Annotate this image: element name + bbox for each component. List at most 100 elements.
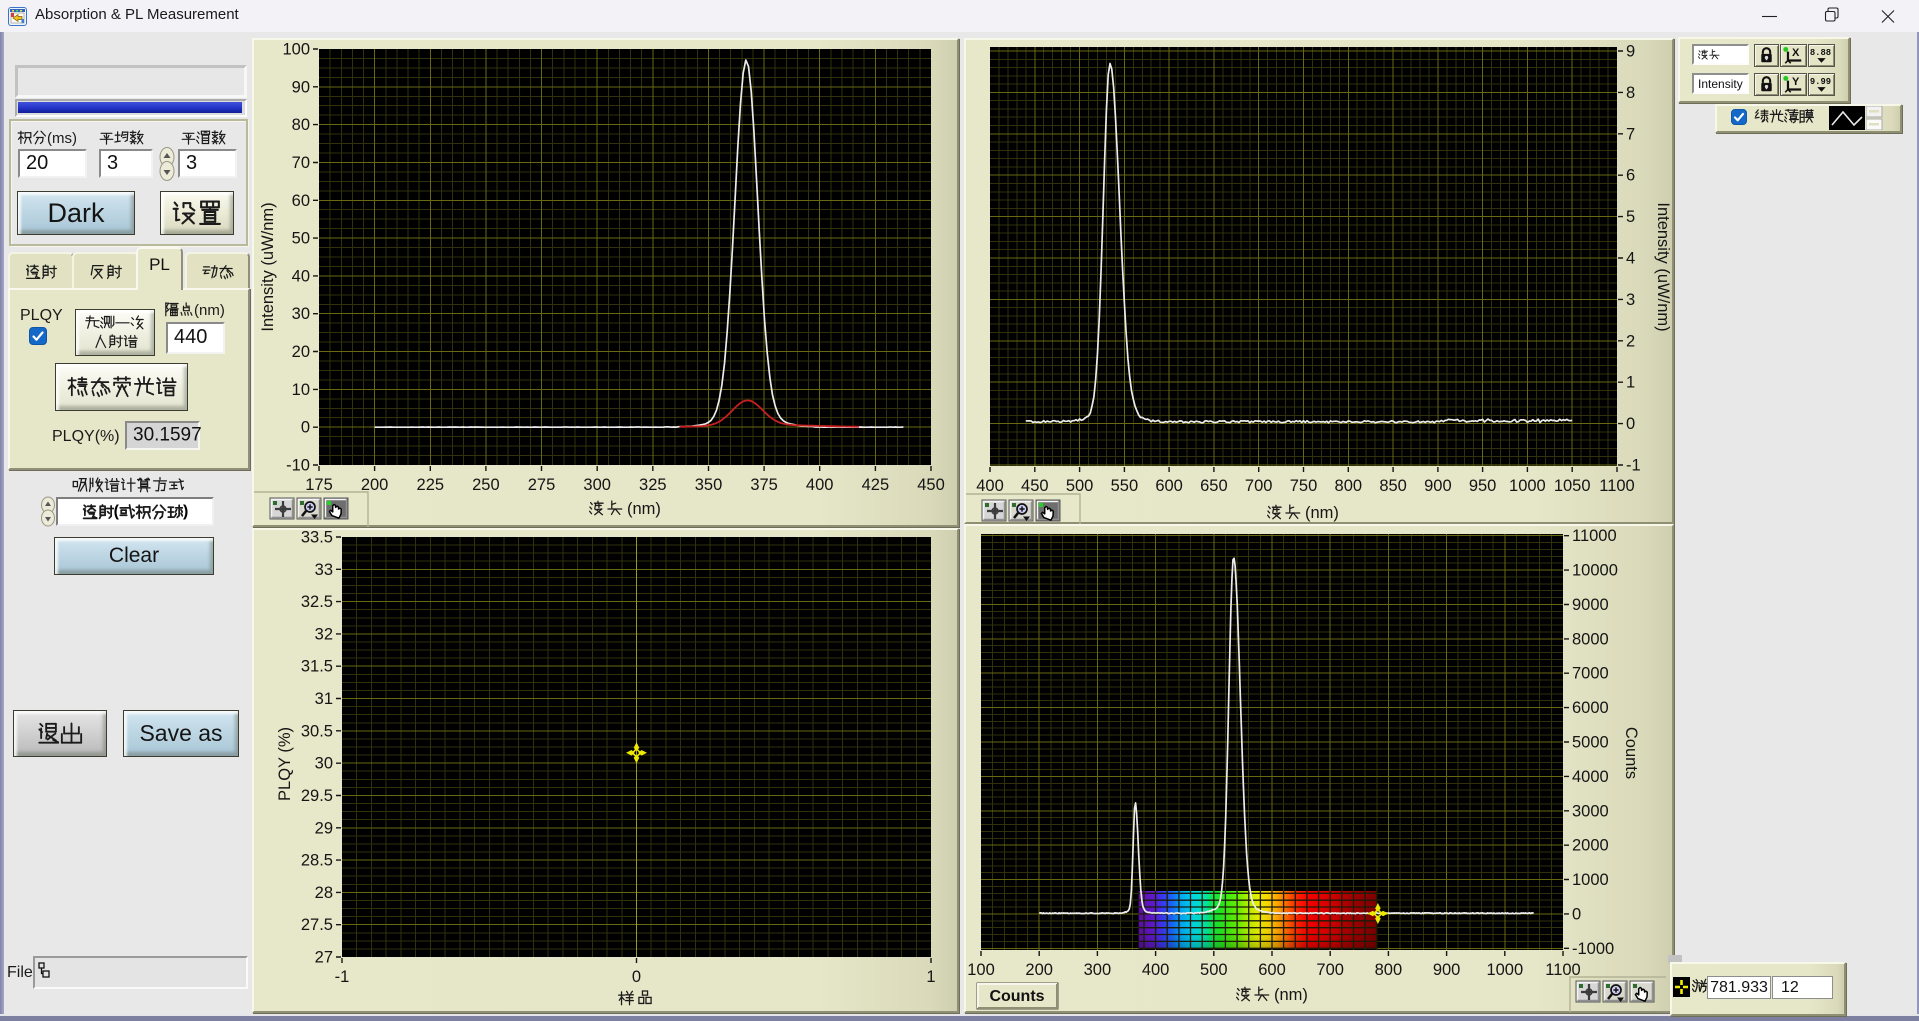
svg-text:550: 550 — [1111, 477, 1139, 495]
svg-text:8.88: 8.88 — [1810, 48, 1831, 58]
svg-text:33: 33 — [315, 561, 333, 579]
svg-text:Counts: Counts — [1622, 727, 1640, 779]
svg-text:300: 300 — [583, 476, 611, 494]
svg-text:4000: 4000 — [1572, 768, 1609, 786]
svg-text:29: 29 — [315, 819, 333, 837]
svg-text:450: 450 — [1021, 477, 1049, 495]
svg-text:1: 1 — [1626, 374, 1635, 392]
svg-text:225: 225 — [417, 476, 445, 494]
svg-text:70: 70 — [292, 154, 310, 172]
svg-text:850: 850 — [1379, 477, 1407, 495]
svg-text:27.5: 27.5 — [301, 916, 333, 934]
svg-text:500: 500 — [1066, 477, 1094, 495]
svg-text:9.99: 9.99 — [1810, 77, 1831, 87]
svg-text:31.5: 31.5 — [301, 658, 333, 676]
svg-text:300: 300 — [1084, 961, 1112, 979]
svg-text:30.5: 30.5 — [301, 722, 333, 740]
svg-text:425: 425 — [862, 476, 890, 494]
svg-text:60: 60 — [292, 192, 310, 210]
svg-text:(nm): (nm) — [1305, 504, 1339, 522]
svg-text:31: 31 — [315, 690, 333, 708]
svg-text:1000: 1000 — [1486, 961, 1523, 979]
svg-text:600: 600 — [1155, 477, 1183, 495]
svg-text:(nm): (nm) — [627, 500, 661, 518]
svg-text:400: 400 — [976, 477, 1004, 495]
svg-text:Intensity (uW/nm): Intensity (uW/nm) — [259, 202, 277, 331]
svg-text:1000: 1000 — [1509, 477, 1546, 495]
svg-text:-1: -1 — [1626, 457, 1641, 475]
svg-text:30: 30 — [315, 755, 333, 773]
svg-text:0: 0 — [632, 968, 641, 986]
svg-text:4: 4 — [1626, 250, 1635, 268]
svg-text:200: 200 — [1025, 961, 1053, 979]
svg-text:5: 5 — [1626, 208, 1635, 226]
svg-text:325: 325 — [639, 476, 667, 494]
svg-text:7000: 7000 — [1572, 665, 1609, 683]
svg-text:7: 7 — [1626, 125, 1635, 143]
svg-text:(nm): (nm) — [1274, 986, 1308, 1004]
svg-text:29.5: 29.5 — [301, 787, 333, 805]
svg-text:450: 450 — [917, 476, 945, 494]
svg-text:32: 32 — [315, 625, 333, 643]
svg-text:10: 10 — [292, 381, 310, 399]
svg-text:650: 650 — [1200, 477, 1228, 495]
svg-text:1100: 1100 — [1599, 477, 1634, 495]
svg-text:750: 750 — [1290, 477, 1318, 495]
svg-text:Intensity (uW/nm): Intensity (uW/nm) — [1654, 202, 1672, 331]
svg-text:PLQY (%): PLQY (%) — [276, 727, 294, 801]
svg-text:0: 0 — [1626, 415, 1635, 433]
svg-text:2000: 2000 — [1572, 837, 1609, 855]
svg-text:275: 275 — [528, 476, 556, 494]
svg-text:8: 8 — [1626, 84, 1635, 102]
svg-text:500: 500 — [1200, 961, 1228, 979]
svg-text:0: 0 — [1572, 905, 1581, 923]
svg-text:28.5: 28.5 — [301, 852, 333, 870]
svg-text:700: 700 — [1316, 961, 1344, 979]
svg-text:80: 80 — [292, 116, 310, 134]
svg-text:1000: 1000 — [1572, 871, 1609, 889]
svg-text:700: 700 — [1245, 477, 1273, 495]
svg-text:375: 375 — [750, 476, 778, 494]
svg-text:600: 600 — [1258, 961, 1286, 979]
svg-text:950: 950 — [1469, 477, 1497, 495]
svg-text:800: 800 — [1335, 477, 1363, 495]
svg-text:900: 900 — [1424, 477, 1452, 495]
svg-text:400: 400 — [806, 476, 834, 494]
svg-text:40: 40 — [292, 267, 310, 285]
svg-text:1050: 1050 — [1554, 477, 1591, 495]
svg-text:50: 50 — [292, 230, 310, 248]
svg-text:8000: 8000 — [1572, 630, 1609, 648]
svg-text:900: 900 — [1433, 961, 1461, 979]
svg-text:400: 400 — [1142, 961, 1170, 979]
svg-text:9000: 9000 — [1572, 596, 1609, 614]
svg-text:100: 100 — [967, 961, 995, 979]
svg-text:0: 0 — [301, 419, 310, 437]
svg-text:27: 27 — [315, 949, 333, 967]
svg-text:3000: 3000 — [1572, 802, 1609, 820]
svg-text:Counts: Counts — [989, 988, 1044, 1005]
svg-text:Y: Y — [1792, 76, 1800, 88]
svg-text:9: 9 — [1626, 43, 1635, 61]
svg-text:350: 350 — [695, 476, 723, 494]
svg-text:20: 20 — [292, 343, 310, 361]
svg-text:32.5: 32.5 — [301, 593, 333, 611]
svg-text:100: 100 — [282, 41, 310, 59]
svg-text:6000: 6000 — [1572, 699, 1609, 717]
svg-text:2: 2 — [1626, 332, 1635, 350]
svg-text:90: 90 — [292, 78, 310, 96]
svg-text:30: 30 — [292, 305, 310, 323]
svg-text:X: X — [1792, 47, 1800, 59]
svg-text:3: 3 — [1626, 291, 1635, 309]
svg-text:11000: 11000 — [1572, 527, 1617, 545]
svg-text:33.5: 33.5 — [301, 529, 333, 547]
svg-text:1: 1 — [926, 968, 935, 986]
svg-text:250: 250 — [472, 476, 500, 494]
svg-text:6: 6 — [1626, 167, 1635, 185]
svg-text:800: 800 — [1375, 961, 1403, 979]
svg-text:-1: -1 — [335, 968, 350, 986]
svg-text:10000: 10000 — [1572, 562, 1618, 580]
svg-text:28: 28 — [315, 884, 333, 902]
svg-text:-1000: -1000 — [1572, 940, 1614, 958]
svg-text:-10: -10 — [286, 457, 310, 475]
svg-text:5000: 5000 — [1572, 734, 1609, 752]
